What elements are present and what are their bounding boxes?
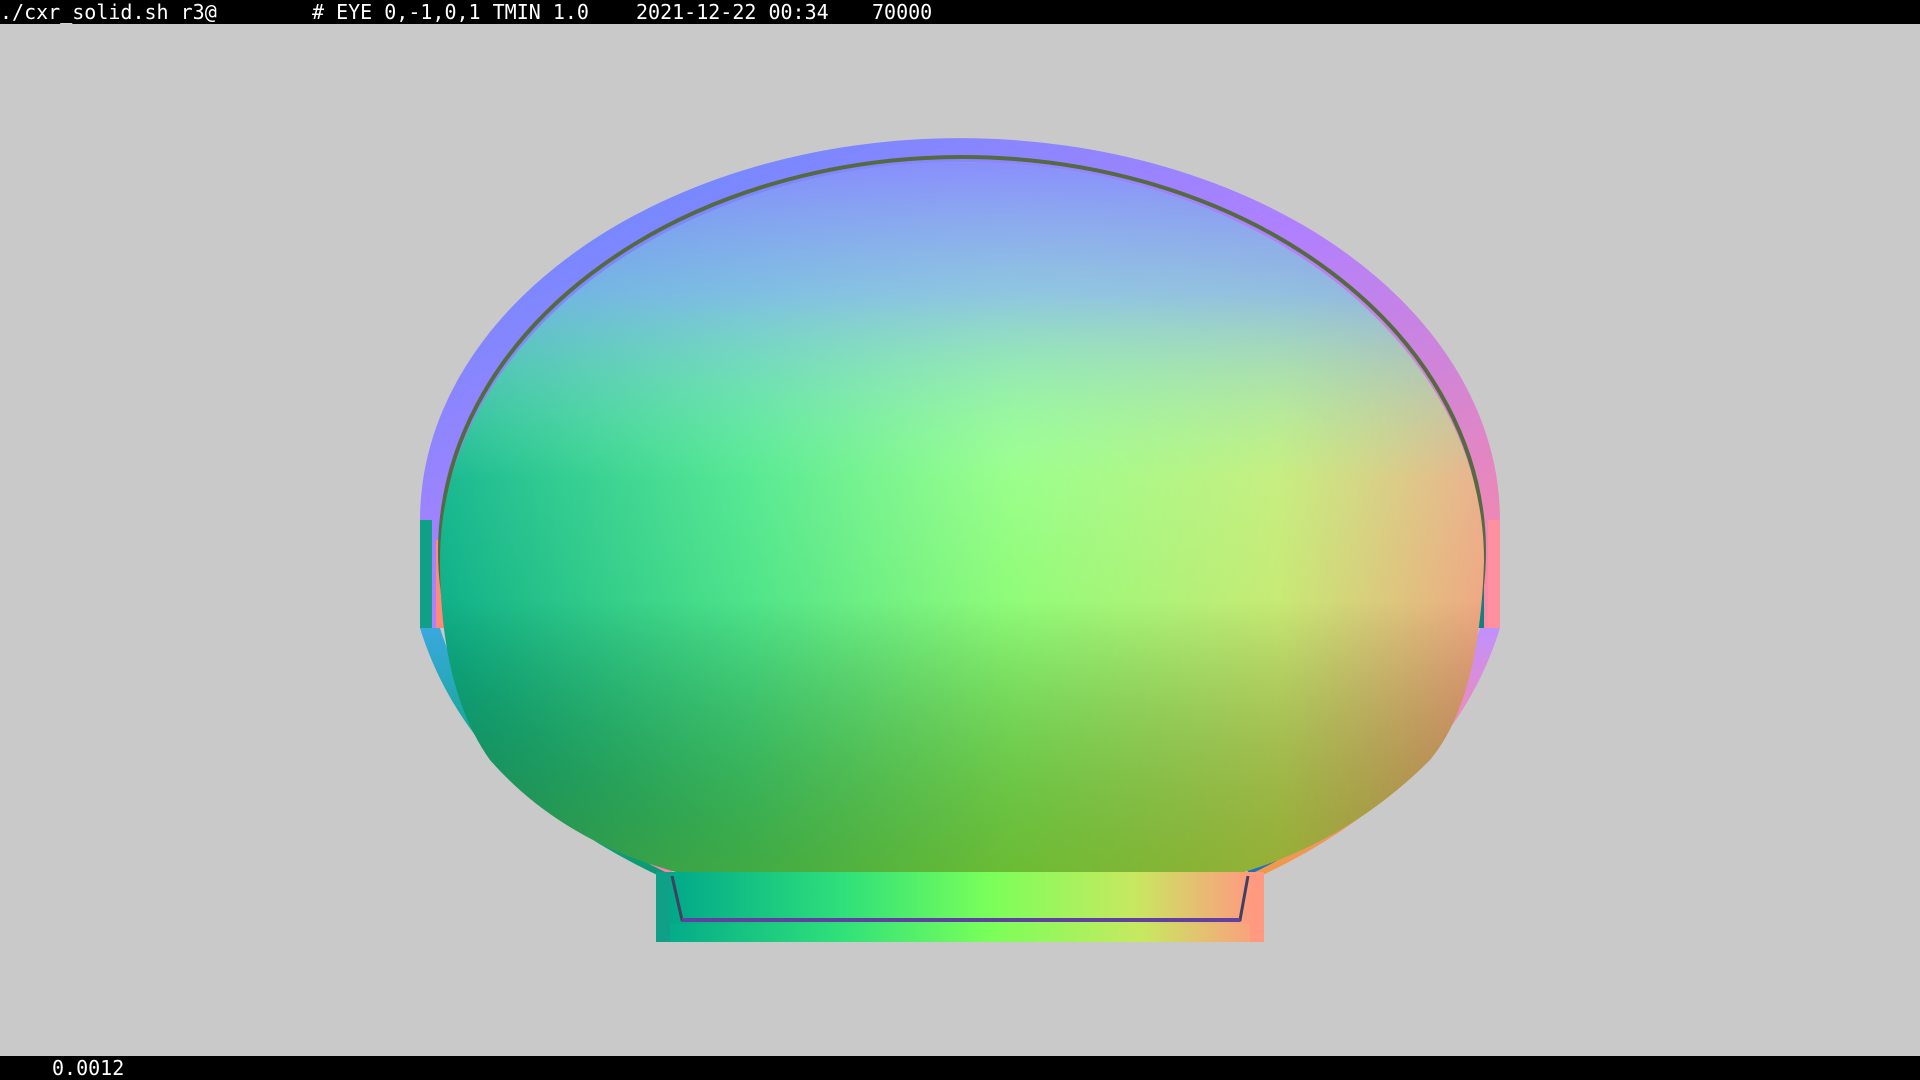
command-label: ./cxr_solid.sh r3@: [0, 0, 217, 24]
rendered-solid: [420, 138, 1500, 942]
count-label: 70000: [872, 0, 933, 24]
timing-value: 0.0012: [52, 1056, 125, 1080]
render-viewport[interactable]: [0, 24, 1920, 1056]
base-ring: [656, 872, 1264, 942]
top-status-bar: ./cxr_solid.sh r3@ # EYE 0,-1,0,1 TMIN 1…: [0, 0, 1920, 24]
bottom-status-bar: 0.0012: [0, 1056, 1920, 1080]
eye-params-label: # EYE 0,-1,0,1 TMIN 1.0: [312, 0, 589, 24]
datetime-label: 2021-12-22 00:34: [636, 0, 829, 24]
